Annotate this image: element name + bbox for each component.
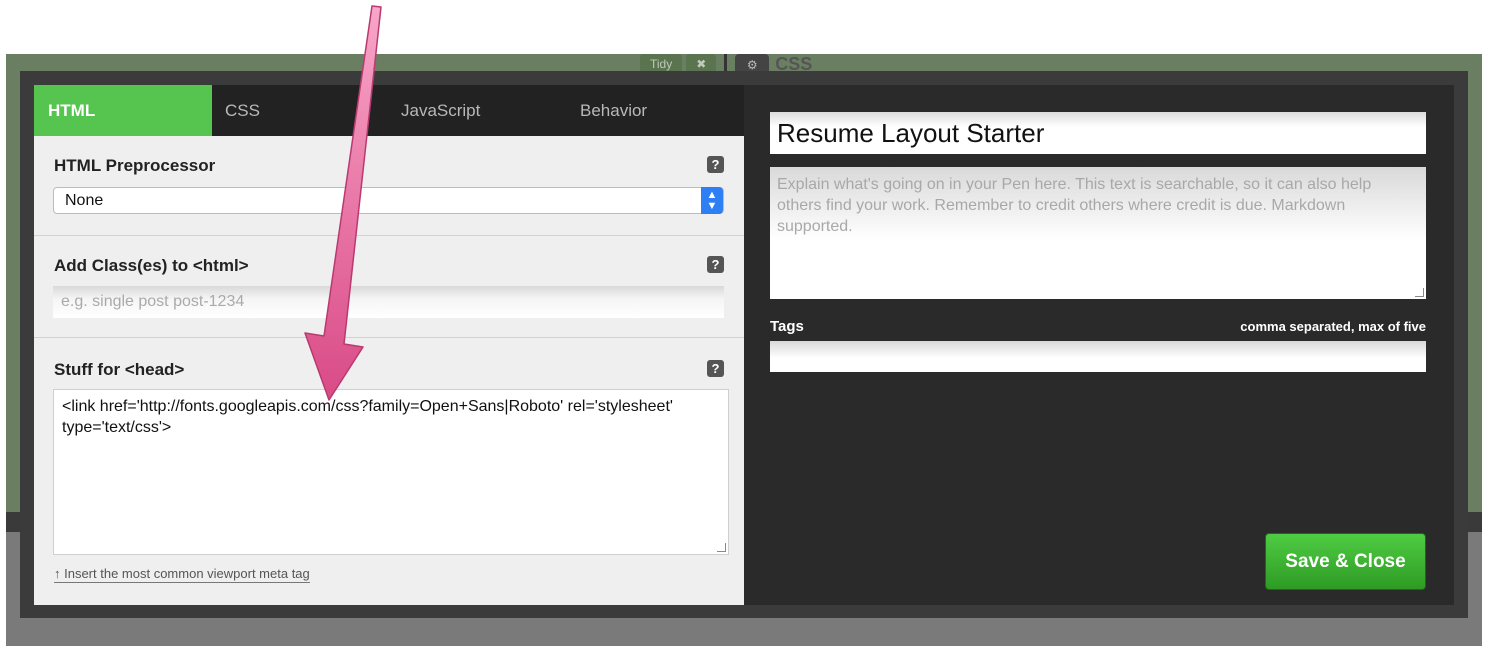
pen-description-textarea[interactable]: Explain what's going on in your Pen here…: [770, 167, 1426, 299]
head-stuff-section: Stuff for <head> ? <link href='http://fo…: [34, 338, 744, 605]
head-stuff-textarea[interactable]: <link href='http://fonts.googleapis.com/…: [53, 389, 729, 555]
screenshot-page: Tidy ✖ ⚙ CSS HTML CSS JavaScript Behavio…: [0, 0, 1488, 650]
help-icon[interactable]: ?: [707, 256, 724, 273]
select-updown-icon: ▲ ▼: [701, 187, 723, 214]
tab-html[interactable]: HTML: [34, 85, 212, 136]
tab-behavior[interactable]: Behavior: [556, 85, 744, 136]
preprocessor-selected-value: None: [65, 192, 104, 209]
pen-settings-modal: HTML CSS JavaScript Behavior HTML Prepro…: [20, 71, 1468, 618]
settings-tabs: HTML CSS JavaScript Behavior: [34, 85, 744, 136]
preprocessor-section: HTML Preprocessor ? None ▲ ▼: [34, 136, 744, 236]
head-stuff-value: <link href='http://fonts.googleapis.com/…: [62, 398, 673, 436]
resize-handle[interactable]: [1415, 288, 1424, 297]
viewport-meta-link[interactable]: ↑ Insert the most common viewport meta t…: [54, 566, 310, 583]
html-classes-title: Add Class(es) to <html>: [54, 256, 249, 275]
help-icon[interactable]: ?: [707, 360, 724, 377]
save-close-button[interactable]: Save & Close: [1265, 533, 1426, 590]
preprocessor-select[interactable]: None ▲ ▼: [53, 187, 724, 214]
tags-label: Tags: [770, 318, 804, 335]
tab-css[interactable]: CSS: [212, 85, 388, 136]
description-placeholder: Explain what's going on in your Pen here…: [777, 176, 1372, 235]
help-icon[interactable]: ?: [707, 156, 724, 173]
tags-input[interactable]: [770, 341, 1426, 372]
html-classes-section: Add Class(es) to <html> ? e.g. single po…: [34, 236, 744, 338]
tab-javascript[interactable]: JavaScript: [388, 85, 556, 136]
pen-info-panel: Resume Layout Starter Explain what's goi…: [744, 85, 1454, 605]
preprocessor-title: HTML Preprocessor: [54, 156, 216, 175]
pen-title-input[interactable]: Resume Layout Starter: [770, 112, 1426, 154]
head-stuff-title: Stuff for <head>: [54, 360, 185, 379]
settings-left-panel: HTML CSS JavaScript Behavior HTML Prepro…: [34, 85, 744, 605]
tags-hint: comma separated, max of five: [1240, 319, 1426, 334]
resize-handle[interactable]: [717, 543, 726, 552]
html-classes-input[interactable]: e.g. single post post-1234: [53, 286, 724, 318]
